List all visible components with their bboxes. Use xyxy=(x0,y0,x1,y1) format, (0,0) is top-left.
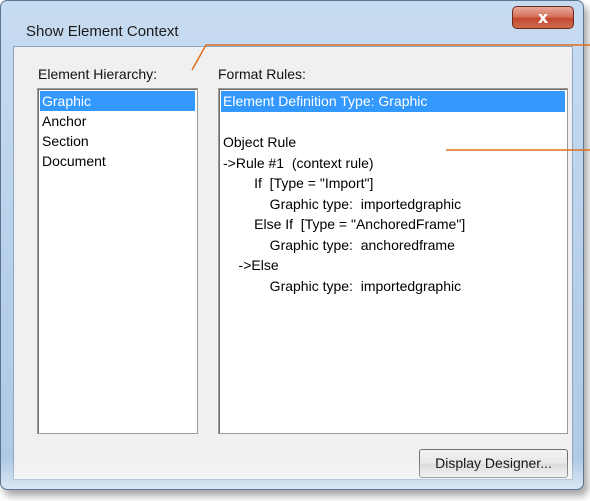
format-rule-line[interactable]: ->Rule #1 (context rule) xyxy=(221,153,565,174)
format-rule-line[interactable]: Graphic type: importedgraphic xyxy=(221,276,565,297)
close-button[interactable]: x xyxy=(512,6,574,29)
hierarchy-item-graphic[interactable]: Graphic xyxy=(40,91,195,111)
format-rule-line[interactable]: Object Rule xyxy=(221,132,565,153)
format-rule-line[interactable]: Graphic type: importedgraphic xyxy=(221,194,565,215)
dialog-window: Show Element Context x Element Hierarchy… xyxy=(0,0,584,490)
display-designer-button[interactable]: Display Designer... xyxy=(419,449,568,478)
format-rule-line[interactable]: If [Type = "Import"] xyxy=(221,173,565,194)
dialog-content: Element Hierarchy: Format Rules: Graphic… xyxy=(13,46,573,480)
format-rule-line[interactable]: ->Else xyxy=(221,255,565,276)
format-rules-list[interactable]: Element Definition Type: Graphic Object … xyxy=(218,88,568,434)
title-bar[interactable]: Show Element Context x xyxy=(1,1,583,45)
close-icon: x xyxy=(537,7,549,27)
format-rule-line[interactable]: Else If [Type = "AnchoredFrame"] xyxy=(221,214,565,235)
window-title: Show Element Context xyxy=(26,23,179,40)
element-hierarchy-list[interactable]: Graphic Anchor Section Document xyxy=(37,88,198,434)
hierarchy-item-anchor[interactable]: Anchor xyxy=(40,111,195,131)
format-rule-line[interactable]: Graphic type: anchoredframe xyxy=(221,235,565,256)
format-rules-label: Format Rules: xyxy=(218,66,306,82)
hierarchy-item-section[interactable]: Section xyxy=(40,131,195,151)
format-rule-line[interactable]: Element Definition Type: Graphic xyxy=(221,91,565,112)
element-hierarchy-label: Element Hierarchy: xyxy=(38,66,158,82)
hierarchy-item-document[interactable]: Document xyxy=(40,151,195,171)
format-rule-line xyxy=(221,112,565,133)
